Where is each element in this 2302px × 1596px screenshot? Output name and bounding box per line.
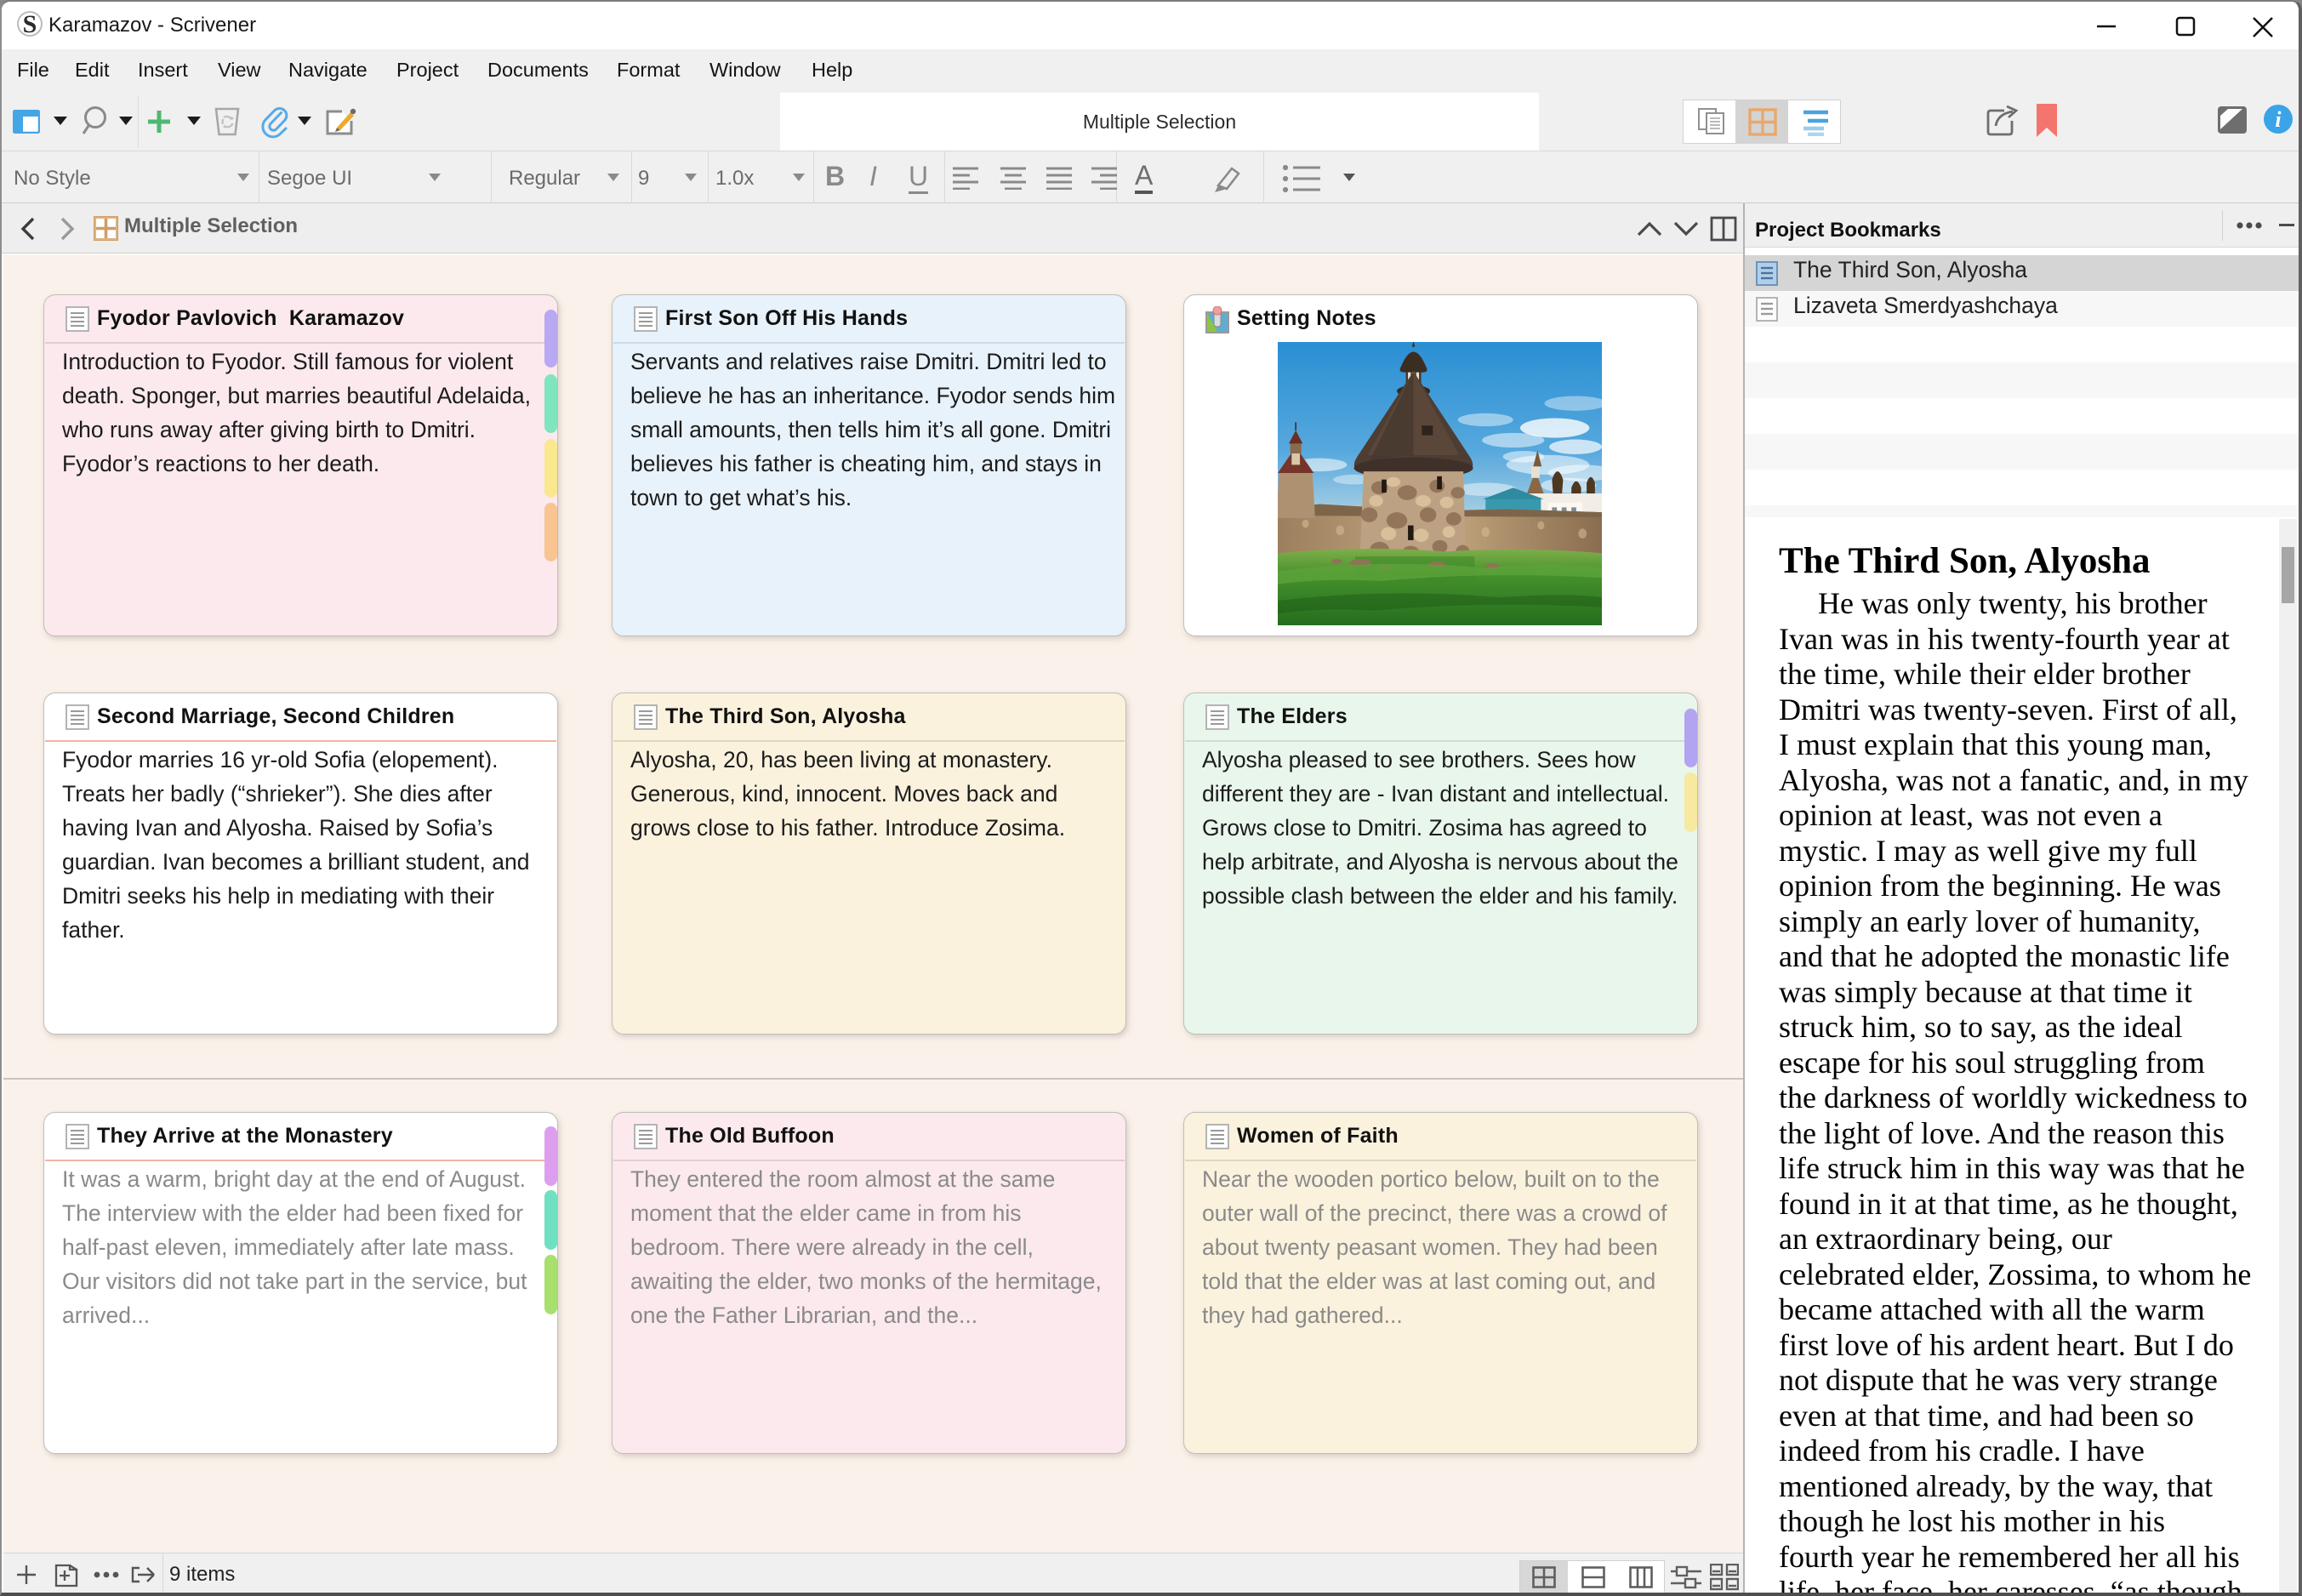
svg-text:i: i [2275,107,2282,132]
